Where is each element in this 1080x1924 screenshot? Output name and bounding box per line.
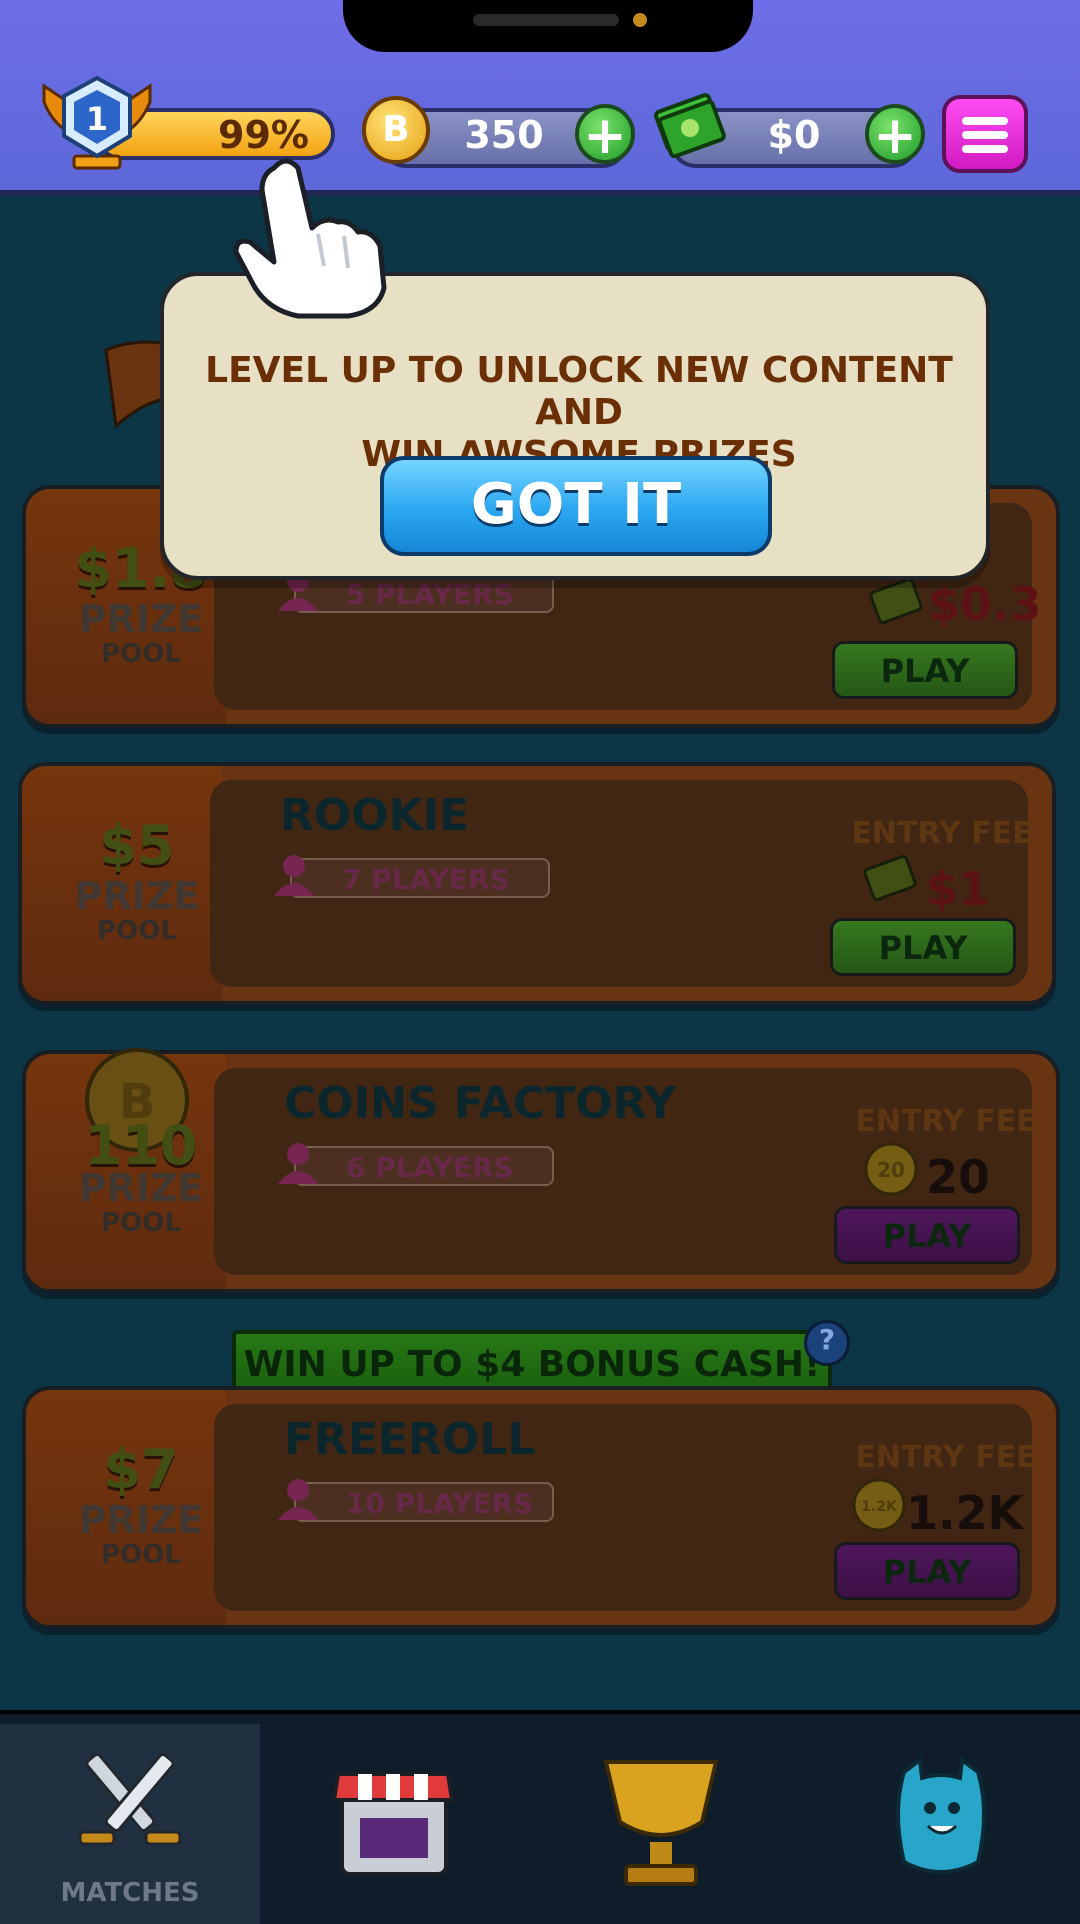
menu-button[interactable] [942,95,1028,173]
shop-stall-icon [331,1772,455,1876]
cash-stack-icon [654,93,726,158]
pointing-hand-icon [233,158,387,319]
tab-matches[interactable]: MATCHES [0,1724,260,1924]
device-notch [343,0,753,52]
got-it-button[interactable]: GOT IT [380,456,772,556]
crossed-swords-icon [78,1753,182,1846]
tab-profile[interactable] [806,1724,1066,1924]
level-number: 1 [86,100,108,138]
add-cash-button[interactable]: + [865,104,925,164]
profile-avatar-icon [896,1756,986,1874]
level-badge-icon[interactable]: 1 [38,72,156,172]
tab-trophies[interactable] [536,1724,796,1924]
tab-shop[interactable] [268,1724,528,1924]
bottom-nav: MATCHES [0,1710,1080,1924]
trophy-icon [603,1760,719,1886]
tab-matches-label: MATCHES [60,1878,200,1908]
add-coins-button[interactable]: + [575,104,635,164]
coin-balance-text: 350 [464,113,544,157]
cash-balance-text: $0 [767,113,821,157]
